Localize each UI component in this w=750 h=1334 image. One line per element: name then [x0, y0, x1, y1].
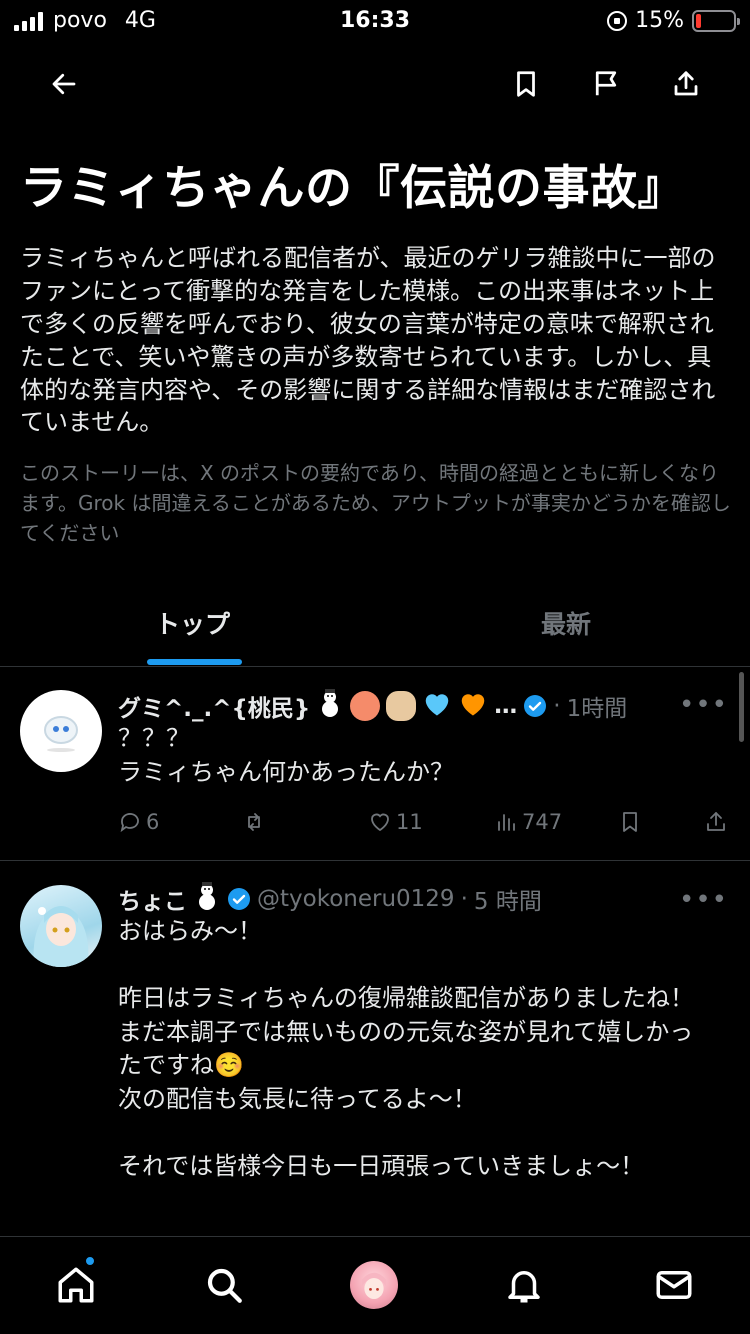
flag-icon[interactable]: [584, 62, 628, 106]
battery-icon: [692, 9, 740, 32]
search-icon[interactable]: [200, 1261, 248, 1309]
post-header: グミ^._.^{桃民} … · 1時間: [118, 688, 627, 724]
more-options-icon[interactable]: •••: [679, 690, 728, 720]
post-text: おはらみ〜！ 昨日はラミィちゃんの復帰雑談配信がありましたね！ まだ本調子では無…: [118, 917, 694, 1181]
bookmark-icon[interactable]: [504, 62, 548, 106]
post[interactable]: グミ^._.^{桃民} … · 1時間 ••• ？？？ ラミィちゃん何かあったん…: [0, 668, 750, 860]
snowman-emoji: [193, 881, 221, 917]
orange-heart-emoji: [458, 689, 488, 723]
grok-avatar[interactable]: [350, 1261, 398, 1309]
retweet-icon: [248, 813, 260, 831]
home-notification-dot: [84, 1255, 96, 1267]
share-post-button[interactable]: [704, 810, 728, 834]
share-icon[interactable]: [664, 62, 708, 106]
like-count: 11: [396, 810, 423, 834]
post-time[interactable]: 5 時間: [474, 882, 542, 916]
bottom-tab-bar: [0, 1236, 750, 1334]
back-arrow-icon[interactable]: [42, 62, 86, 106]
post-time[interactable]: 1時間: [567, 689, 628, 723]
tab-latest[interactable]: 最新: [541, 605, 591, 641]
story-title: ラミィちゃんの『伝説の事故』: [20, 161, 685, 216]
views-icon: [498, 814, 515, 831]
messages-icon[interactable]: [650, 1261, 698, 1309]
orientation-lock-icon: [607, 10, 628, 31]
post[interactable]: ちょこ @tyokoneru0129 · 5 時間 ••• おはらみ〜！ 昨日は…: [0, 861, 750, 1236]
author-handle[interactable]: @tyokoneru0129: [257, 886, 455, 912]
notifications-icon[interactable]: [500, 1261, 548, 1309]
author-name[interactable]: ちょこ: [118, 882, 187, 916]
bookmark-icon: [623, 812, 637, 832]
grok-disclaimer: このストーリーは、X のポストの要約であり、時間の経過とともに新しくなります。G…: [20, 461, 731, 545]
tab-bar: トップ 最新: [0, 585, 750, 667]
dumpling-emoji: [386, 691, 417, 721]
light-blue-heart-emoji: [422, 689, 452, 723]
battery-percent: 15%: [635, 8, 684, 33]
share-icon: [707, 812, 725, 831]
post-header: ちょこ @tyokoneru0129 · 5 時間: [118, 881, 542, 917]
author-name[interactable]: グミ^._.^{桃民}: [118, 689, 310, 723]
retweet-button[interactable]: [242, 810, 266, 834]
view-count: 747: [522, 810, 563, 834]
post-text: ？？？ ラミィちゃん何かあったんか？: [118, 724, 454, 786]
heart-icon: [371, 813, 389, 832]
avatar[interactable]: [20, 885, 102, 967]
tab-indicator: [147, 659, 242, 665]
post-actions: 6 11 747: [118, 810, 728, 842]
status-bar: povo 4G 16:33 15%: [0, 0, 750, 42]
reply-count: 6: [146, 810, 160, 834]
top-nav: [0, 56, 750, 116]
home-icon[interactable]: [52, 1261, 100, 1309]
tab-top[interactable]: トップ: [155, 605, 230, 641]
like-button[interactable]: 11: [368, 810, 423, 834]
reply-icon: [120, 813, 139, 833]
peach-emoji: [350, 691, 381, 721]
bookmark-post-button[interactable]: [618, 810, 642, 834]
status-right: 15%: [607, 8, 740, 33]
reply-button[interactable]: 6: [118, 810, 159, 834]
snowman-emoji: [316, 688, 344, 724]
avatar[interactable]: [20, 690, 102, 772]
story-summary: ラミィちゃんと呼ばれる配信者が、最近のゲリラ雑談中に一部のファンにとって衝撃的な…: [20, 244, 716, 437]
more-options-icon[interactable]: •••: [679, 885, 728, 915]
verified-badge-icon: [228, 888, 250, 910]
name-ellipsis: …: [494, 693, 518, 719]
verified-badge-icon: [524, 695, 547, 717]
views-button[interactable]: 747: [494, 810, 562, 834]
